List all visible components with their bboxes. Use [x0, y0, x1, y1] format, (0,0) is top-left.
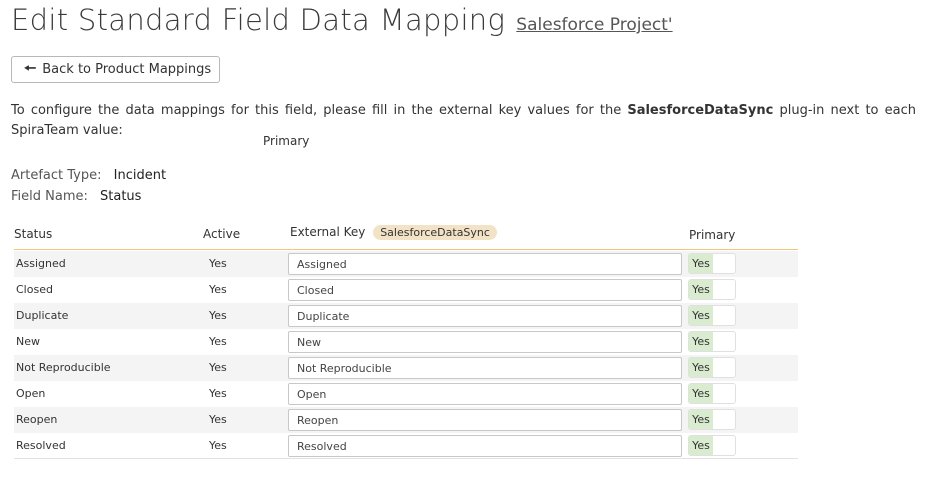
primary-toggle-label: Yes — [689, 384, 713, 403]
arrow-left-icon: 🠔 — [24, 60, 37, 77]
status-cell: Resolved — [16, 439, 66, 452]
artefact-type-row: Artefact Type: Incident — [11, 168, 166, 183]
status-cell: Duplicate — [16, 309, 69, 322]
primary-toggle-label: Yes — [689, 436, 713, 455]
status-cell: New — [16, 335, 40, 348]
table-row: Duplicate Yes Yes — [14, 303, 798, 329]
primary-toggle[interactable]: Yes — [688, 331, 736, 352]
status-cell: Open — [16, 387, 46, 400]
table-row: Not Reproducible Yes Yes — [14, 355, 798, 381]
primary-toggle[interactable]: Yes — [688, 253, 736, 274]
primary-toggle-label: Yes — [689, 306, 713, 325]
column-header-external-key: External Key SalesforceDataSync — [290, 225, 497, 240]
external-key-label: External Key — [290, 225, 366, 239]
external-key-input[interactable] — [288, 357, 682, 379]
status-cell: Reopen — [16, 413, 58, 426]
active-cell: Yes — [209, 361, 227, 374]
project-link[interactable]: Salesforce Project' — [516, 15, 672, 35]
field-name-value: Status — [100, 189, 142, 204]
external-key-input[interactable] — [288, 331, 682, 353]
column-header-active: Active — [203, 227, 241, 241]
active-cell: Yes — [209, 309, 227, 322]
intro-text-before: To configure the data mappings for this … — [11, 103, 628, 118]
artefact-type-label: Artefact Type: — [11, 168, 102, 183]
external-key-input[interactable] — [288, 383, 682, 405]
primary-toggle-label: Yes — [689, 332, 713, 351]
artefact-type-value: Incident — [113, 168, 167, 183]
active-cell: Yes — [209, 257, 227, 270]
active-cell: Yes — [209, 413, 227, 426]
plugin-name: SalesforceDataSync — [627, 103, 774, 118]
primary-toggle[interactable]: Yes — [688, 383, 736, 404]
primary-toggle-label: Yes — [689, 358, 713, 377]
external-key-input[interactable] — [288, 279, 682, 301]
table-bottom-divider — [14, 458, 798, 459]
external-key-input[interactable] — [288, 435, 682, 457]
table-row: Assigned Yes Yes — [14, 251, 798, 277]
table-row: Open Yes Yes — [14, 381, 798, 407]
page-title-block: Edit Standard Field Data Mapping Salesfo… — [11, 3, 673, 37]
primary-toggle[interactable]: Yes — [688, 305, 736, 326]
table-row: New Yes Yes — [14, 329, 798, 355]
primary-toggle-label: Yes — [689, 280, 713, 299]
status-cell: Closed — [16, 283, 53, 296]
header-divider — [14, 249, 798, 250]
primary-toggle-label: Yes — [689, 254, 713, 273]
external-key-input[interactable] — [288, 253, 682, 275]
primary-toggle[interactable]: Yes — [688, 357, 736, 378]
status-cell: Not Reproducible — [16, 361, 111, 374]
external-key-input[interactable] — [288, 305, 682, 327]
active-cell: Yes — [209, 387, 227, 400]
external-key-input[interactable] — [288, 409, 682, 431]
primary-hint: Primary — [263, 134, 310, 148]
external-key-badge: SalesforceDataSync — [373, 225, 497, 240]
primary-toggle[interactable]: Yes — [688, 435, 736, 456]
primary-toggle[interactable]: Yes — [688, 409, 736, 430]
primary-toggle[interactable]: Yes — [688, 279, 736, 300]
intro-text: To configure the data mappings for this … — [11, 101, 916, 141]
active-cell: Yes — [209, 439, 227, 452]
active-cell: Yes — [209, 283, 227, 296]
active-cell: Yes — [209, 335, 227, 348]
table-row: Reopen Yes Yes — [14, 407, 798, 433]
table-row: Resolved Yes Yes — [14, 433, 798, 459]
page-title: Edit Standard Field Data Mapping — [11, 3, 506, 37]
column-header-status: Status — [14, 227, 53, 241]
table-row: Closed Yes Yes — [14, 277, 798, 303]
status-cell: Assigned — [16, 257, 66, 270]
back-to-product-mappings-button[interactable]: 🠔 Back to Product Mappings — [11, 56, 220, 83]
back-button-label: Back to Product Mappings — [42, 62, 212, 77]
field-name-row: Field Name: Status — [11, 189, 141, 204]
field-name-label: Field Name: — [11, 189, 88, 204]
primary-toggle-label: Yes — [689, 410, 713, 429]
column-header-primary: Primary — [689, 228, 736, 242]
